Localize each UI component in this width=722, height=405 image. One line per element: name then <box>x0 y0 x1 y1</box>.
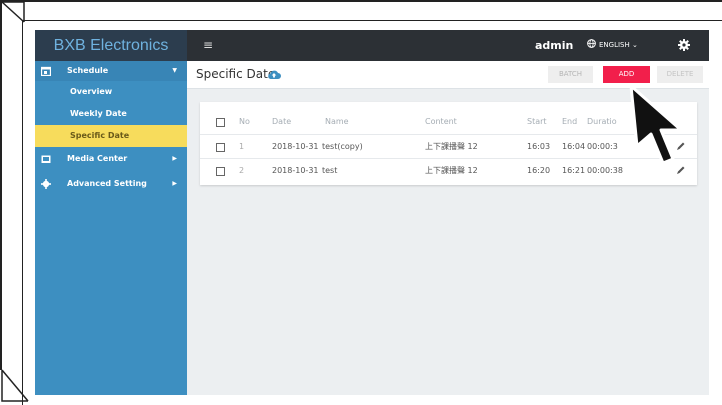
cursor-arrow-icon <box>629 84 683 165</box>
language-label: ENGLISH ⌄ <box>599 41 638 49</box>
row-duration: 00:00:3 <box>587 142 618 151</box>
header-duration: Duratio <box>587 117 617 126</box>
sidebar-item-weekly-date[interactable]: Weekly Date <box>35 103 187 125</box>
header-no: No <box>239 117 250 126</box>
chevron-down-icon: ▼ <box>172 67 177 74</box>
menu-icon[interactable]: ≡ <box>203 39 213 51</box>
frame-top-line <box>0 0 722 2</box>
header-name: Name <box>325 117 349 126</box>
sidebar-item-label: Advanced Setting <box>67 179 147 188</box>
row-start: 16:03 <box>527 142 551 151</box>
sidebar-item-media-center[interactable]: Media Center ▶ <box>35 149 187 169</box>
table-header: No Date Name Content Start End Duratio <box>200 110 697 134</box>
row-no: 1 <box>239 142 245 151</box>
row-checkbox[interactable] <box>216 167 225 176</box>
add-button[interactable]: ADD <box>603 66 650 83</box>
gear-icon <box>41 179 51 189</box>
sidebar-item-label: Specific Date <box>70 131 130 140</box>
frame-left-line <box>0 0 2 370</box>
settings-gear-icon[interactable] <box>677 38 691 52</box>
language-selector[interactable]: ENGLISH ⌄ <box>587 30 638 61</box>
sidebar-item-advanced-setting[interactable]: Advanced Setting ▶ <box>35 174 187 194</box>
row-name: test(copy) <box>322 142 363 151</box>
row-end: 16:21 <box>562 166 586 175</box>
batch-button[interactable]: BATCH <box>548 66 593 83</box>
row-end: 16:04 <box>562 142 586 151</box>
row-date: 2018-10-31 <box>272 142 319 151</box>
sidebar-item-label: Schedule <box>67 66 109 75</box>
top-bar: ≡ admin ENGLISH ⌄ <box>187 30 709 61</box>
header-start: Start <box>527 117 547 126</box>
header-end: End <box>562 117 578 126</box>
row-checkbox[interactable] <box>216 143 225 152</box>
table-row[interactable]: 2 2018-10-31 test 上下課播聲 12 16:20 16:21 0… <box>200 158 697 183</box>
sidebar-item-overview[interactable]: Overview <box>35 81 187 103</box>
user-name[interactable]: admin <box>535 30 573 61</box>
brand-logo[interactable]: BXB Electronics <box>35 30 187 61</box>
sidebar-item-label: Overview <box>70 87 113 96</box>
sidebar-item-label: Media Center <box>67 154 128 163</box>
schedule-table: No Date Name Content Start End Duratio 1… <box>200 102 697 185</box>
sidebar-item-schedule[interactable]: Schedule ▼ <box>35 61 187 81</box>
chevron-right-icon: ▶ <box>172 155 177 162</box>
row-content: 上下課播聲 12 <box>425 142 478 151</box>
row-date: 2018-10-31 <box>272 166 319 175</box>
row-no: 2 <box>239 166 245 175</box>
chevron-right-icon: ▶ <box>172 180 177 187</box>
header-content: Content <box>425 117 457 126</box>
sidebar: BXB Electronics Schedule ▼ Overview Week… <box>35 30 187 395</box>
sidebar-item-specific-date[interactable]: Specific Date <box>35 125 187 147</box>
sidebar-item-label: Weekly Date <box>70 109 127 118</box>
table-row[interactable]: 1 2018-10-31 test(copy) 上下課播聲 12 16:03 1… <box>200 134 697 159</box>
delete-button[interactable]: DELETE <box>657 66 703 83</box>
row-start: 16:20 <box>527 166 551 175</box>
globe-icon <box>587 39 596 48</box>
calendar-icon <box>41 66 51 76</box>
media-icon <box>41 155 51 163</box>
row-duration: 00:00:38 <box>587 166 623 175</box>
row-content: 上下課播聲 12 <box>425 166 478 175</box>
cloud-upload-icon[interactable] <box>267 69 281 80</box>
row-name: test <box>322 166 338 175</box>
page-title: Specific Date <box>196 67 276 81</box>
header-date: Date <box>272 117 292 126</box>
select-all-checkbox[interactable] <box>216 118 225 127</box>
